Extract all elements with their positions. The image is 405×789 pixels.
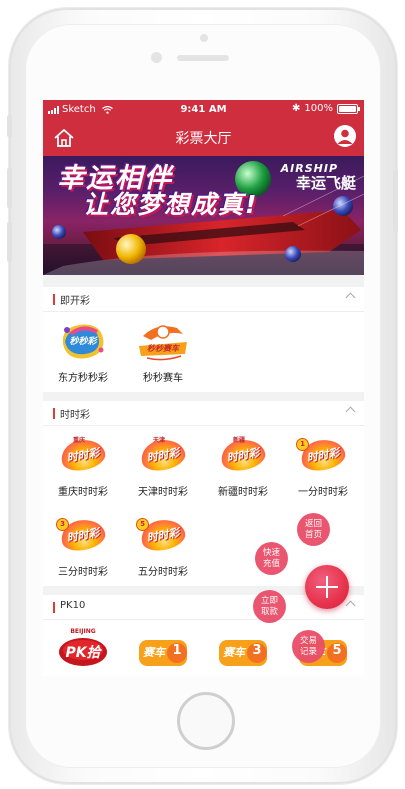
user-profile-icon[interactable] bbox=[334, 125, 356, 147]
chevron-up-icon[interactable] bbox=[345, 292, 356, 303]
game-tile[interactable]: 赛车 3 bbox=[203, 628, 283, 670]
ssc-logo-region: 天津 bbox=[153, 437, 166, 444]
status-bar: Sketch 9:41 AM ✱ 100% bbox=[43, 100, 364, 120]
ssc-logo: 1 时时彩 bbox=[296, 434, 349, 476]
ssc-logo: 3 时时彩 bbox=[56, 514, 109, 556]
miaomiaosaiche-logo-text: 秒秒赛车 bbox=[147, 344, 179, 353]
withdraw-label-2: 取款 bbox=[260, 606, 278, 617]
game-tile[interactable]: 秒秒彩 东方秒秒彩 bbox=[43, 320, 123, 384]
miaomiaocai-logo-text: 秒秒彩 bbox=[69, 337, 97, 347]
game-name: 天津时时彩 bbox=[138, 487, 188, 498]
game-tile[interactable]: 新疆 时时彩 新疆时时彩 bbox=[203, 434, 283, 498]
section-header-ssc[interactable]: 时时彩 bbox=[43, 401, 364, 426]
section-body-ssc: 重庆 时时彩 重庆时时彩 天津 时时彩 天津时时彩 新疆 时时彩 新疆时时彩 1 时时彩… bbox=[43, 426, 364, 586]
nav-bar: 彩票大厅 bbox=[43, 120, 364, 156]
game-name: 秒秒赛车 bbox=[143, 373, 183, 384]
section-accent-bar bbox=[53, 408, 55, 419]
banner-subheadline: 让您梦想成真! bbox=[83, 190, 259, 219]
saiche-logo-number: 1 bbox=[172, 643, 182, 658]
game-tile[interactable]: 3 时时彩 三分时时彩 bbox=[43, 514, 123, 578]
ssc-logo: 天津 时时彩 bbox=[137, 434, 189, 476]
sensor-dot bbox=[200, 34, 208, 42]
records-label-2: 记录 bbox=[299, 646, 317, 657]
saiche-logo: 赛车 1 bbox=[137, 628, 189, 670]
bluetooth-icon: ✱ bbox=[292, 103, 301, 114]
ssc-logo: 5 时时彩 bbox=[136, 514, 189, 556]
records-label-1: 交易 bbox=[299, 635, 317, 646]
app-screen: Sketch 9:41 AM ✱ 100% 彩票大厅 幸运相伴 让您梦想成真! … bbox=[43, 100, 364, 676]
miaomiaocai-logo: 秒秒彩 bbox=[57, 320, 109, 362]
volume-up-button bbox=[7, 168, 12, 208]
mute-switch bbox=[7, 115, 12, 137]
ssc-logo: 新疆 时时彩 bbox=[217, 434, 269, 476]
back-home-button[interactable]: 返回 首页 bbox=[297, 513, 330, 546]
power-button bbox=[393, 170, 398, 232]
quick-recharge-label-1: 快速 bbox=[262, 547, 280, 558]
game-tile[interactable]: BEIJING PK拾 bbox=[43, 628, 123, 670]
fab-plus-button[interactable] bbox=[305, 565, 349, 609]
game-name: 东方秒秒彩 bbox=[58, 373, 108, 384]
back-home-label-2: 首页 bbox=[304, 529, 322, 540]
game-tile[interactable]: 赛车 1 bbox=[123, 628, 203, 670]
withdraw-label-1: 立即 bbox=[260, 595, 278, 606]
promo-banner[interactable]: 幸运相伴 让您梦想成真! AIRSHIP 幸运飞艇 bbox=[43, 156, 364, 275]
section-accent-bar bbox=[53, 294, 55, 305]
saiche-logo: 赛车 3 bbox=[217, 628, 269, 670]
game-name: 重庆时时彩 bbox=[58, 487, 108, 498]
chevron-up-icon[interactable] bbox=[345, 600, 356, 611]
saiche-logo-number: 5 bbox=[332, 643, 342, 658]
transaction-records-button[interactable]: 交易 记录 bbox=[292, 630, 325, 663]
section-title: PK10 bbox=[60, 600, 86, 611]
section-title: 时时彩 bbox=[60, 410, 90, 421]
ssc-logo: 重庆 时时彩 bbox=[57, 434, 109, 476]
front-camera bbox=[151, 52, 162, 63]
page-title: 彩票大厅 bbox=[175, 131, 232, 147]
saiche-logo-text: 赛车 bbox=[223, 646, 245, 659]
pk10-logo-text: PK拾 bbox=[65, 645, 101, 661]
ssc-logo-region: 重庆 bbox=[73, 437, 86, 444]
volume-down-button bbox=[7, 222, 12, 262]
section-body-instant: 秒秒彩 东方秒秒彩 秒秒赛车 秒秒赛车 bbox=[43, 312, 364, 392]
quick-recharge-button[interactable]: 快速 充值 bbox=[255, 542, 288, 575]
battery-icon bbox=[337, 103, 360, 114]
home-button[interactable] bbox=[177, 692, 235, 750]
chevron-up-icon[interactable] bbox=[345, 406, 356, 417]
game-name: 五分时时彩 bbox=[138, 567, 188, 578]
saiche-logo-number: 3 bbox=[252, 643, 262, 658]
miaomiaosaiche-logo: 秒秒赛车 bbox=[137, 320, 189, 362]
banner-product: 幸运飞艇 bbox=[295, 174, 356, 192]
ssc-logo-region: 新疆 bbox=[233, 437, 246, 444]
pk10-logo-city: BEIJING bbox=[70, 628, 96, 635]
saiche-logo-text: 赛车 bbox=[143, 646, 165, 659]
quick-recharge-label-2: 充值 bbox=[262, 558, 280, 569]
pk10-logo: BEIJING PK拾 bbox=[57, 628, 109, 670]
section-accent-bar bbox=[53, 602, 55, 613]
back-home-label-1: 返回 bbox=[304, 518, 322, 529]
game-tile[interactable]: 天津 时时彩 天津时时彩 bbox=[123, 434, 203, 498]
game-name: 一分时时彩 bbox=[298, 487, 348, 498]
game-tile[interactable]: 1 时时彩 一分时时彩 bbox=[283, 434, 363, 498]
game-name: 新疆时时彩 bbox=[218, 487, 268, 498]
section-title: 即开彩 bbox=[60, 296, 90, 307]
earpiece-speaker bbox=[177, 55, 229, 61]
game-tile[interactable]: 重庆 时时彩 重庆时时彩 bbox=[43, 434, 123, 498]
game-name: 三分时时彩 bbox=[58, 567, 108, 578]
section-header-instant[interactable]: 即开彩 bbox=[43, 287, 364, 312]
battery-percent: 100% bbox=[304, 103, 333, 114]
game-tile[interactable]: 5 时时彩 五分时时彩 bbox=[123, 514, 203, 578]
game-tile[interactable]: 秒秒赛车 秒秒赛车 bbox=[123, 320, 203, 384]
withdraw-button[interactable]: 立即 取款 bbox=[253, 590, 286, 623]
